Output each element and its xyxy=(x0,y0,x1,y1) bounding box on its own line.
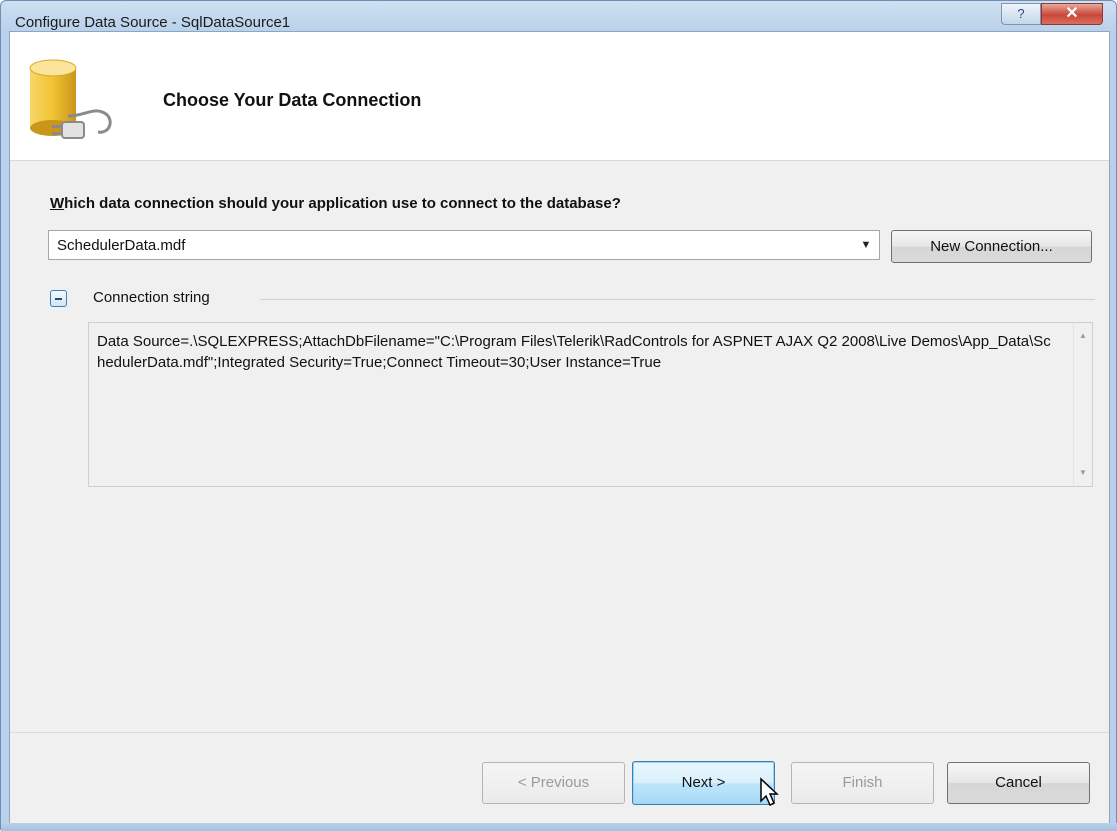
question-access-key: W xyxy=(50,195,65,212)
chevron-down-icon[interactable]: ▼ xyxy=(857,235,875,255)
connection-string-text: Data Source=.\SQLEXPRESS;AttachDbFilenam… xyxy=(97,333,1051,371)
previous-button[interactable]: < Previous xyxy=(482,762,625,804)
next-button[interactable]: Next > xyxy=(632,761,775,805)
connection-string-textbox[interactable]: Data Source=.\SQLEXPRESS;AttachDbFilenam… xyxy=(88,322,1093,487)
vertical-scrollbar[interactable]: ▲ ▼ xyxy=(1073,323,1092,486)
question-text: hich data connection should your applica… xyxy=(64,195,621,212)
window-title: Configure Data Source - SqlDataSource1 xyxy=(15,14,291,31)
footer-divider xyxy=(10,732,1109,733)
wizard-header: Choose Your Data Connection xyxy=(10,32,1109,161)
database-plug-icon xyxy=(29,59,112,139)
new-connection-button[interactable]: New Connection... xyxy=(891,230,1092,263)
mouse-pointer-icon xyxy=(760,777,779,807)
connection-string-label: Connection string xyxy=(93,289,210,306)
dialog-window: Configure Data Source - SqlDataSource1 ?… xyxy=(0,0,1117,831)
connection-string-section: Connection string xyxy=(50,287,1095,311)
section-divider xyxy=(260,299,1095,300)
finish-button[interactable]: Finish xyxy=(791,762,934,804)
cancel-button[interactable]: Cancel xyxy=(947,762,1090,804)
collapse-icon[interactable] xyxy=(50,290,67,307)
connection-select-value: SchedulerData.mdf xyxy=(57,237,186,254)
dialog-body: Choose Your Data Connection Which data c… xyxy=(9,31,1110,825)
connection-select[interactable]: SchedulerData.mdf ▼ xyxy=(48,230,880,260)
help-button[interactable]: ? xyxy=(1001,3,1041,25)
connection-question-label: Which data connection should your applic… xyxy=(50,195,621,212)
scroll-down-icon[interactable]: ▼ xyxy=(1074,464,1092,482)
close-button[interactable]: ✕ xyxy=(1041,3,1103,25)
scroll-up-icon[interactable]: ▲ xyxy=(1074,327,1092,345)
page-title: Choose Your Data Connection xyxy=(163,90,422,110)
